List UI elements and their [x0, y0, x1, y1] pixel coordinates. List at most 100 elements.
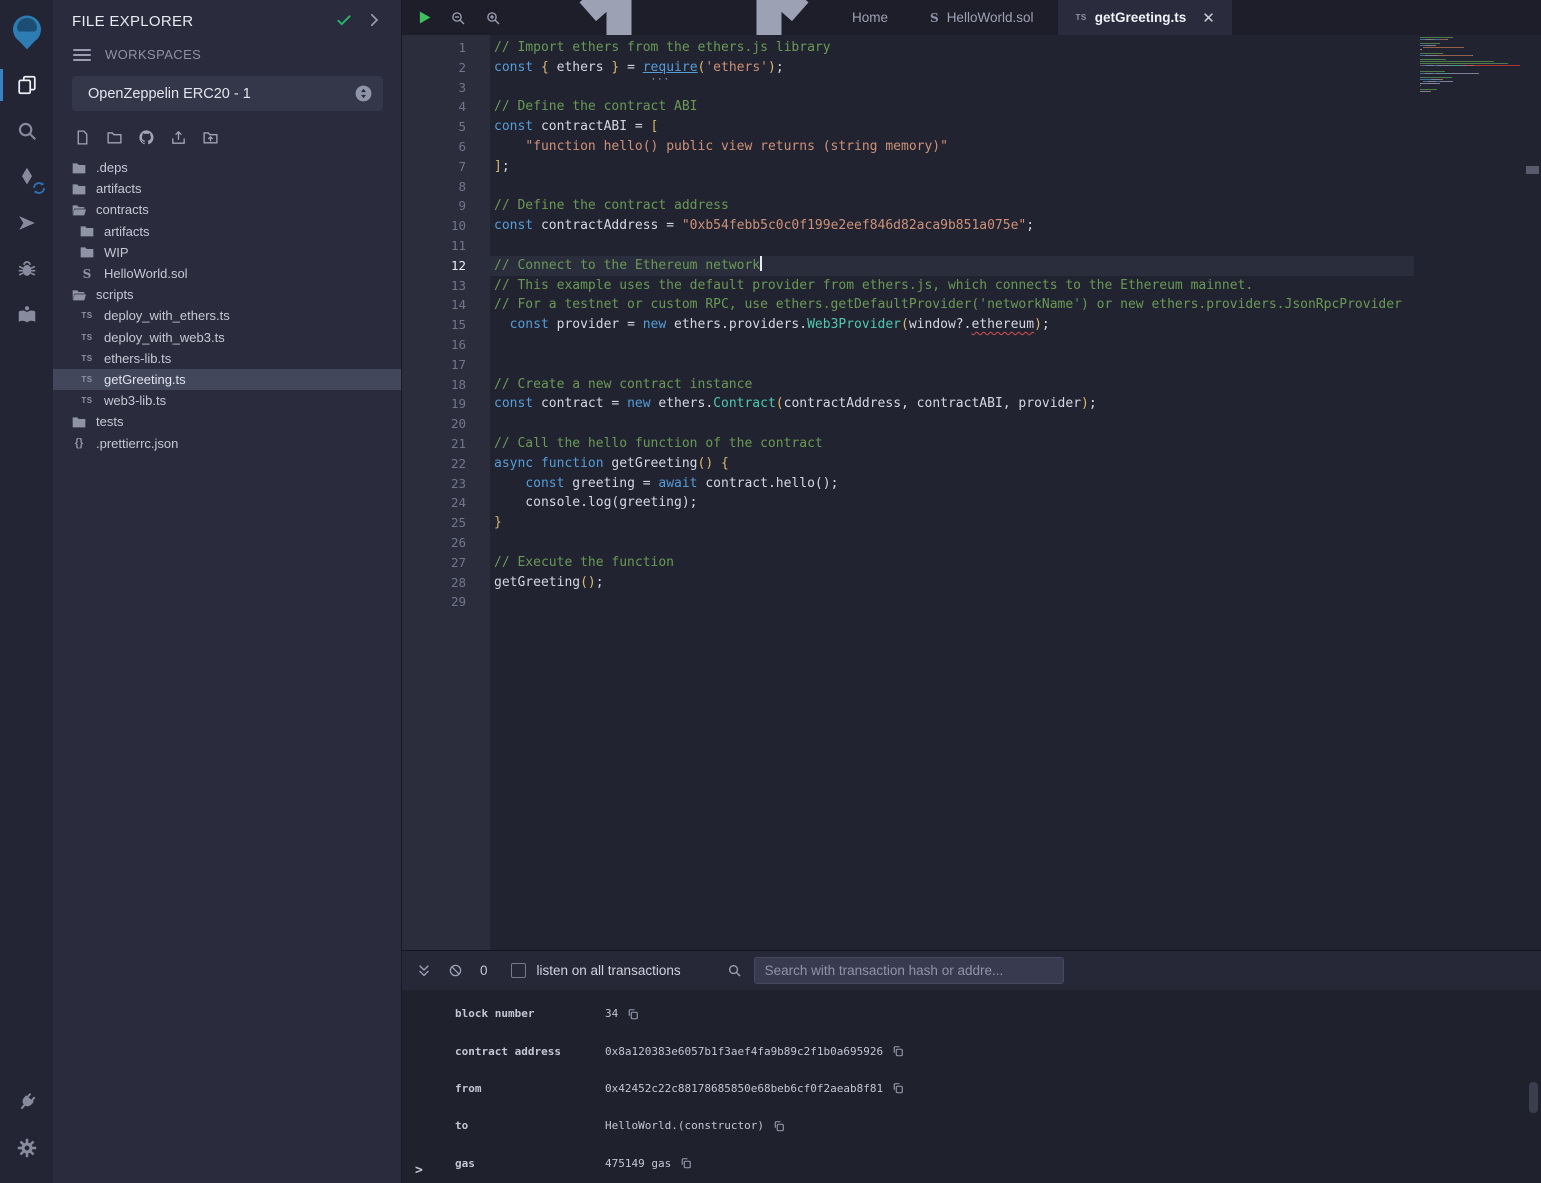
terminal-prompt[interactable]: >	[415, 1163, 423, 1178]
tree-item--prettierrc-json[interactable]: {}.prettierrc.json	[53, 432, 401, 453]
copy-icon[interactable]	[773, 1120, 785, 1132]
tree-item-scripts[interactable]: scripts	[53, 284, 401, 305]
new-file-icon[interactable]	[74, 129, 92, 147]
code-line-4: // Define the contract ABI	[490, 97, 1414, 117]
line-number: 8	[402, 177, 490, 197]
tree-item-label: web3-lib.ts	[104, 393, 166, 408]
listen-checkbox[interactable]	[511, 963, 526, 978]
transaction-field-value: 0x8a120383e6057b1f3aef4fa9b89c2f1b0a6959…	[605, 1045, 883, 1058]
tree-item-label: WIP	[104, 245, 129, 260]
folder-icon	[71, 181, 87, 197]
workspace-sort-icon[interactable]	[354, 84, 373, 103]
tree-item-getgreeting-ts[interactable]: TSgetGreeting.ts	[53, 369, 401, 390]
chevrons-down-icon[interactable]	[416, 963, 432, 979]
tab-helloworld-sol[interactable]: SHelloWorld.sol	[913, 0, 1050, 35]
code-line-3	[490, 78, 1414, 98]
workspaces-menu-icon[interactable]	[73, 49, 91, 61]
learneth-book-icon[interactable]	[0, 292, 53, 338]
code-line-27: // Execute the function	[490, 553, 1414, 573]
tab-getgreeting-ts[interactable]: TSgetGreeting.ts✕	[1058, 0, 1231, 35]
copy-icon[interactable]	[680, 1157, 692, 1169]
line-number: 15	[402, 315, 490, 335]
file-tree: .deps artifactscontractsartifacts WIP S Hell…	[53, 154, 401, 454]
editor-scrollbar-thumb[interactable]	[1526, 166, 1539, 174]
minimap[interactable]	[1420, 37, 1520, 95]
terminal-panel: 0 listen on all transactions block numbe…	[402, 950, 1541, 1183]
new-folder-icon[interactable]	[106, 129, 124, 147]
line-number: 24	[402, 493, 490, 513]
close-tab-icon[interactable]: ✕	[1202, 9, 1215, 27]
clear-ban-icon[interactable]	[448, 963, 463, 978]
tree-item--deps[interactable]: .deps	[53, 157, 401, 178]
github-icon[interactable]	[138, 129, 156, 147]
plugin-manager-icon[interactable]	[0, 1079, 53, 1125]
code-line-5: const contractABI = [	[490, 117, 1414, 137]
explorer-toolbar	[53, 111, 401, 154]
remix-logo-icon[interactable]	[0, 4, 53, 62]
upload-folder-icon[interactable]	[202, 129, 220, 147]
editor-tabbar: HomeSHelloWorld.solTSgetGreeting.ts✕	[402, 0, 1541, 35]
run-script-icon[interactable]	[415, 9, 433, 27]
text-cursor	[760, 256, 762, 271]
code-line-13: // This example uses the default provide…	[490, 276, 1414, 296]
workspace-select[interactable]: OpenZeppelin ERC20 - 1	[72, 76, 383, 111]
transaction-field-value: HelloWorld.(constructor)	[605, 1119, 764, 1132]
tree-item-artifacts[interactable]: artifacts	[53, 178, 401, 199]
settings-gear-icon[interactable]	[0, 1125, 53, 1171]
line-number: 10	[402, 216, 490, 236]
line-number: 7	[402, 157, 490, 177]
tree-item-deploy-with-web3-ts[interactable]: TSdeploy_with_web3.ts	[53, 327, 401, 348]
solidity-icon: S	[79, 267, 95, 281]
transaction-count: 0	[480, 963, 488, 978]
ts-icon: TS	[79, 333, 95, 342]
tree-item-tests[interactable]: tests	[53, 411, 401, 432]
terminal-search-icon	[727, 963, 742, 978]
folder-icon	[79, 223, 95, 239]
search-icon[interactable]	[0, 108, 53, 154]
tree-item-helloworld-sol[interactable]: S HelloWorld.sol	[53, 263, 401, 284]
line-number: 23	[402, 474, 490, 494]
code-editor[interactable]: 1234567891011121314151617181920212223242…	[402, 35, 1541, 950]
ts-icon: TS	[79, 311, 95, 320]
transaction-field-label: from	[402, 1082, 605, 1095]
debugger-icon[interactable]	[0, 246, 53, 292]
tree-item-web3-lib-ts[interactable]: TSweb3-lib.ts	[53, 390, 401, 411]
tree-item-artifacts[interactable]: artifacts	[53, 221, 401, 242]
tree-item-deploy-with-ethers-ts[interactable]: TS deploy_with_ethers.ts	[53, 305, 401, 326]
tree-item-label: deploy_with_ethers.ts	[104, 308, 230, 323]
upload-file-icon[interactable]	[170, 129, 188, 147]
line-number: 12	[402, 256, 490, 276]
copy-icon[interactable]	[892, 1045, 904, 1057]
tree-item-ethers-lib-ts[interactable]: TSethers-lib.ts	[53, 348, 401, 369]
zoom-in-icon[interactable]	[485, 9, 503, 27]
tree-item-contracts[interactable]: contracts	[53, 199, 401, 220]
transaction-field-label: to	[402, 1119, 605, 1132]
line-number: 29	[402, 592, 490, 612]
activity-icons-bottom	[0, 1079, 53, 1183]
folder-open-icon	[71, 202, 87, 218]
terminal-scrollbar-thumb[interactable]	[1529, 1082, 1538, 1113]
terminal-header: 0 listen on all transactions	[402, 951, 1541, 990]
tree-item-label: .deps	[96, 160, 128, 175]
line-number: 4	[402, 97, 490, 117]
chevron-right-icon[interactable]	[365, 11, 385, 31]
zoom-out-icon[interactable]	[450, 9, 468, 27]
line-number: 20	[402, 414, 490, 434]
workspaces-row: WORKSPACES	[53, 33, 401, 62]
tab-home[interactable]: Home	[527, 0, 905, 35]
copy-icon[interactable]	[892, 1082, 904, 1094]
explorer-header: FILE EXPLORER	[53, 0, 401, 33]
terminal-search-input[interactable]	[754, 957, 1064, 984]
copy-icon[interactable]	[627, 1008, 639, 1020]
tree-item-wip[interactable]: WIP	[53, 242, 401, 263]
ts-icon: TS	[79, 375, 95, 384]
json-icon: {}	[71, 437, 87, 449]
line-number: 5	[402, 117, 490, 137]
line-number: 25	[402, 513, 490, 533]
code-line-16	[490, 335, 1414, 355]
file-explorer-icon[interactable]	[0, 62, 53, 108]
solidity-compiler-icon[interactable]	[0, 154, 53, 200]
file-explorer-panel: FILE EXPLORER WORKSPACES OpenZeppelin ER…	[53, 0, 402, 1183]
tree-item-label: HelloWorld.sol	[104, 266, 188, 281]
deploy-run-icon[interactable]	[0, 200, 53, 246]
